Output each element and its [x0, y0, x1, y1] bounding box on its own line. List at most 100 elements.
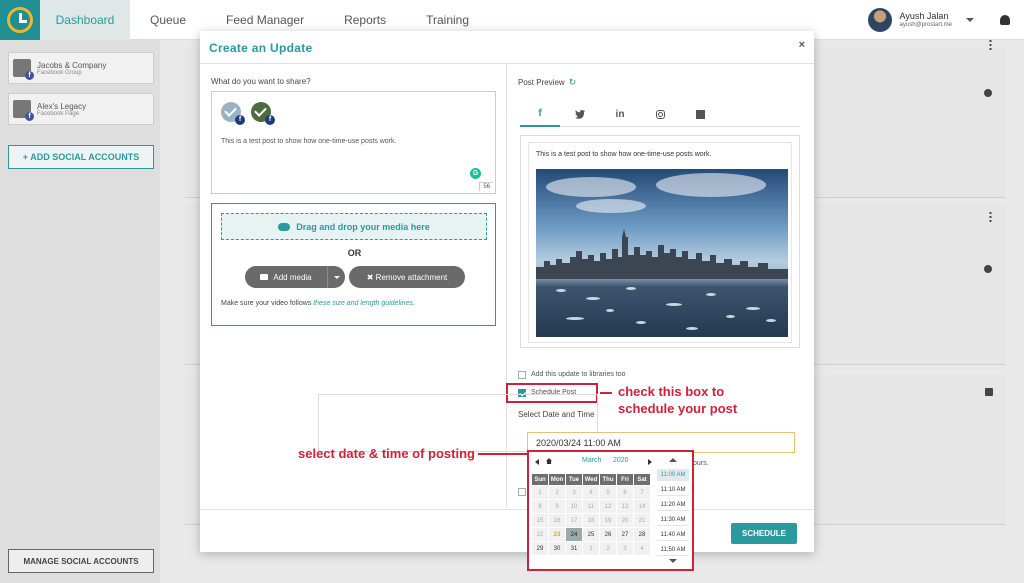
calendar-day[interactable]: 12: [600, 500, 616, 513]
calendar-day[interactable]: 24: [566, 528, 582, 541]
trash-icon[interactable]: [985, 388, 993, 396]
refresh-icon[interactable]: ↻: [569, 77, 577, 88]
add-media-button[interactable]: Add media: [245, 266, 345, 288]
compose-textarea[interactable]: f f This is a test post to show how one-…: [211, 91, 496, 194]
weekday-header: Mon: [549, 474, 565, 485]
calendar-day[interactable]: 22: [532, 528, 548, 541]
chevron-down-icon[interactable]: [966, 17, 974, 22]
weekday-header: Thu: [600, 474, 616, 485]
calendar-day[interactable]: 15: [532, 514, 548, 527]
calendar-day[interactable]: 29: [532, 542, 548, 555]
manage-social-accounts-button[interactable]: MANAGE SOCIAL ACCOUNTS: [8, 549, 154, 573]
calendar-day[interactable]: 4: [634, 542, 650, 555]
time-option[interactable]: 11:50 AM: [657, 544, 689, 556]
calendar-day[interactable]: 6: [617, 486, 633, 499]
user-menu[interactable]: Ayush Jalan ayush@prostart.me: [867, 7, 1024, 32]
nav-queue[interactable]: Queue: [130, 0, 206, 40]
sidebar-account-jacobs[interactable]: Jacobs & Company Facebook Group: [8, 52, 154, 84]
callout-line: [600, 392, 612, 394]
dp-year[interactable]: 2020: [613, 457, 629, 464]
tab-linkedin[interactable]: in: [600, 101, 640, 127]
guidelines-link[interactable]: these size and length guidelines: [313, 300, 413, 307]
post-preview-card: This is a test post to show how one-time…: [520, 135, 800, 348]
date-picker: March 2020 Sun Mon Tue Wed Thu Fri Sat 1234567…: [527, 450, 694, 571]
check-icon: [224, 104, 237, 117]
calendar-day[interactable]: 14: [634, 500, 650, 513]
calendar-day[interactable]: 17: [566, 514, 582, 527]
calendar-day[interactable]: 19: [600, 514, 616, 527]
time-option[interactable]: 11:40 AM: [657, 529, 689, 541]
account-avatar[interactable]: f: [221, 102, 245, 125]
calendar-day[interactable]: 2: [600, 542, 616, 555]
facebook-icon: [13, 100, 34, 121]
scroll-up-icon[interactable]: [669, 458, 677, 462]
calendar-grid: Sun Mon Tue Wed Thu Fri Sat 1 2 3 4 5 6 7 8 9 10 11 12 13 1…: [531, 473, 651, 556]
calendar-day[interactable]: 31: [566, 542, 582, 555]
tab-google-business[interactable]: [680, 101, 720, 127]
dp-month[interactable]: March: [582, 457, 601, 464]
nav-dashboard[interactable]: Dashboard: [40, 0, 130, 40]
create-update-modal: Create an Update × What do you want to s…: [200, 31, 814, 552]
calendar-day[interactable]: 26: [600, 528, 616, 541]
grammarly-icon[interactable]: G: [470, 168, 481, 179]
next-month-icon[interactable]: [648, 459, 652, 465]
option-checkbox[interactable]: [518, 488, 526, 496]
calendar-day[interactable]: 16: [549, 514, 565, 527]
scroll-down-icon[interactable]: [669, 559, 677, 563]
tab-facebook[interactable]: f: [520, 101, 560, 127]
tab-twitter[interactable]: [560, 101, 600, 127]
calendar-day[interactable]: 13: [617, 500, 633, 513]
calendar-day[interactable]: 1: [532, 486, 548, 499]
time-option[interactable]: 11:00 AM: [657, 469, 689, 481]
add-media-dropdown[interactable]: [327, 266, 345, 288]
calendar-day[interactable]: 11: [583, 500, 599, 513]
app-logo[interactable]: [0, 0, 40, 40]
calendar-day[interactable]: 27: [617, 528, 633, 541]
schedule-button[interactable]: SCHEDULE: [731, 523, 797, 544]
calendar-day[interactable]: 1: [583, 542, 599, 555]
calendar-day[interactable]: 9: [549, 500, 565, 513]
calendar-day[interactable]: 20: [617, 514, 633, 527]
calendar-day[interactable]: 30: [549, 542, 565, 555]
calendar-day[interactable]: 3: [617, 542, 633, 555]
calendar-day[interactable]: 8: [532, 500, 548, 513]
media-drop-zone[interactable]: Drag and drop your media here: [221, 213, 487, 240]
date-callout: select date & time of posting: [298, 446, 475, 461]
camera-icon: [260, 274, 269, 280]
add-social-accounts-button[interactable]: + ADD SOCIAL ACCOUNTS: [8, 145, 154, 169]
calendar-day[interactable]: 18: [583, 514, 599, 527]
chevron-down-icon: [333, 275, 340, 279]
info-icon[interactable]: [984, 265, 992, 273]
info-icon[interactable]: [984, 89, 992, 97]
google-business-icon: [695, 109, 705, 119]
compose-text[interactable]: This is a test post to show how one-time…: [221, 138, 396, 145]
weekday-header: Tue: [566, 474, 582, 485]
calendar-day[interactable]: 21: [634, 514, 650, 527]
weekday-header: Fri: [617, 474, 633, 485]
calendar-day[interactable]: 5: [600, 486, 616, 499]
calendar-day[interactable]: 2: [549, 486, 565, 499]
calendar-day[interactable]: 3: [566, 486, 582, 499]
remove-attachment-button[interactable]: ✖ Remove attachment: [349, 266, 465, 288]
time-picker: 11:00 AM 11:10 AM 11:20 AM 11:30 AM 11:40 AM…: [657, 457, 691, 569]
library-checkbox[interactable]: [518, 371, 526, 379]
time-option[interactable]: 11:30 AM: [657, 514, 689, 526]
more-icon[interactable]: [989, 39, 992, 50]
tab-instagram[interactable]: [640, 101, 680, 127]
time-option[interactable]: 11:20 AM: [657, 499, 689, 511]
calendar-day[interactable]: 7: [634, 486, 650, 499]
prev-month-icon[interactable]: [535, 459, 539, 465]
calendar-day[interactable]: 4: [583, 486, 599, 499]
calendar-day[interactable]: 25: [583, 528, 599, 541]
more-icon[interactable]: [989, 211, 992, 222]
close-icon[interactable]: ×: [799, 39, 805, 51]
home-icon[interactable]: [546, 458, 552, 464]
calendar-day[interactable]: 28: [634, 528, 650, 541]
char-count: 56: [479, 182, 493, 191]
sidebar-account-alex[interactable]: Alex's Legacy Facebook Page: [8, 93, 154, 125]
account-avatar[interactable]: f: [251, 102, 275, 125]
calendar-day[interactable]: 23: [549, 528, 565, 541]
calendar-day[interactable]: 10: [566, 500, 582, 513]
time-option[interactable]: 11:10 AM: [657, 484, 689, 496]
bell-icon[interactable]: [1000, 14, 1010, 25]
